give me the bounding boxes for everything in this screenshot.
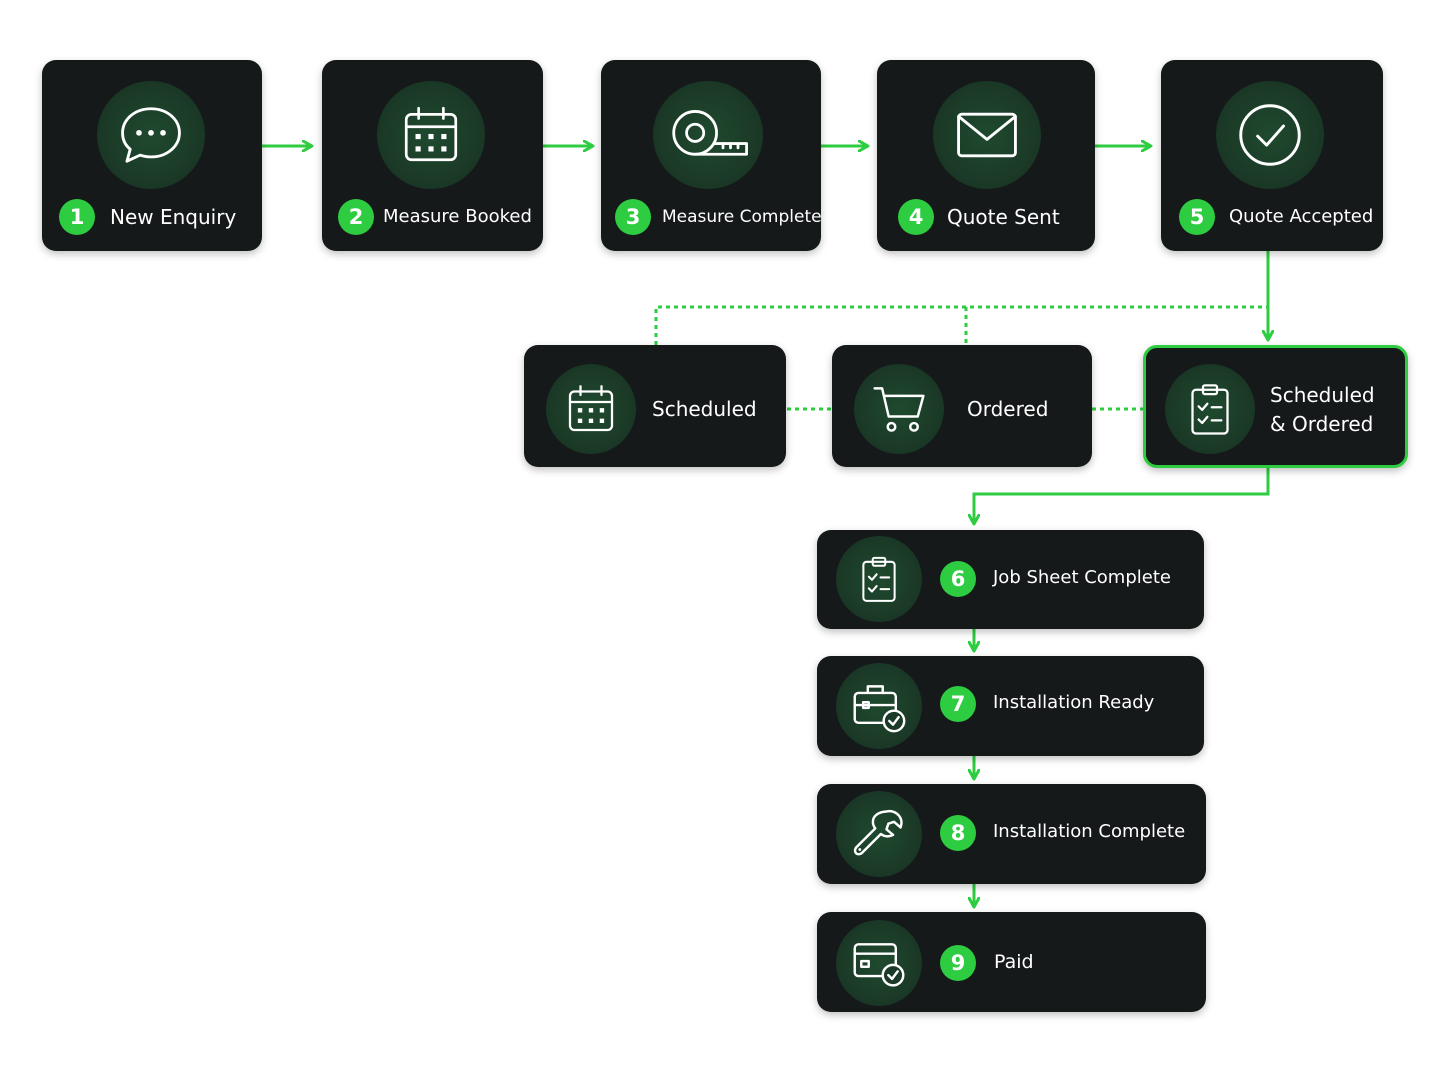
step-card-measure-complete[interactable]: 3 Measure Complete <box>601 60 822 251</box>
calendar-icon <box>546 364 636 454</box>
branch-label: Scheduled <box>652 397 757 421</box>
step-card-job-sheet-complete[interactable]: 6 Job Sheet Complete <box>817 530 1204 629</box>
step-label: Installation Complete <box>993 821 1186 842</box>
step-number-badge: 8 <box>940 815 976 851</box>
shopping-cart-icon <box>854 364 944 454</box>
arrow-branch-6 <box>974 468 1270 524</box>
toolbox-check-icon <box>836 663 922 749</box>
step-number-badge: 9 <box>940 945 976 981</box>
step-label: Measure Booked <box>383 206 532 227</box>
step-number-badge: 2 <box>338 199 374 235</box>
step-label: Quote Sent <box>947 205 1060 229</box>
clipboard-checklist-icon <box>1165 364 1255 454</box>
step-card-installation-complete[interactable]: 8 Installation Complete <box>817 784 1206 884</box>
check-circle-icon <box>1216 81 1324 189</box>
branch-label-line-1: Scheduled <box>1270 383 1375 407</box>
clipboard-checklist-icon <box>836 536 922 622</box>
step-card-quote-accepted[interactable]: 5 Quote Accepted <box>1161 60 1383 251</box>
branch-card-ordered[interactable]: Ordered <box>832 345 1092 467</box>
step-label: Installation Ready <box>993 692 1155 713</box>
step-card-installation-ready[interactable]: 7 Installation Ready <box>817 656 1204 756</box>
step-card-quote-sent[interactable]: 4 Quote Sent <box>877 60 1095 251</box>
step-card-measure-booked[interactable]: 2 Measure Booked <box>322 60 543 251</box>
card-check-icon <box>836 920 922 1006</box>
step-number-badge: 7 <box>940 686 976 722</box>
envelope-icon <box>933 81 1041 189</box>
step-label: Measure Complete <box>662 207 822 227</box>
step-label: New Enquiry <box>110 205 237 229</box>
tape-measure-icon <box>653 81 763 189</box>
branch-label: Ordered <box>967 397 1049 421</box>
branch-label-line-2: & Ordered <box>1270 412 1374 436</box>
branch-card-scheduled-ordered[interactable]: Scheduled & Ordered <box>1143 345 1408 468</box>
step-number-badge: 1 <box>59 199 95 235</box>
step-card-paid[interactable]: 9 Paid <box>817 912 1206 1012</box>
wrench-icon <box>836 791 922 877</box>
branch-label: Scheduled & Ordered <box>1270 381 1375 439</box>
step-number-badge: 5 <box>1179 199 1215 235</box>
step-card-new-enquiry[interactable]: 1 New Enquiry <box>42 60 262 251</box>
calendar-icon <box>377 81 485 189</box>
branch-card-scheduled[interactable]: Scheduled <box>524 345 786 467</box>
step-label: Job Sheet Complete <box>993 567 1171 588</box>
step-number-badge: 6 <box>940 561 976 597</box>
chat-bubble-icon <box>97 81 205 189</box>
dotted-branch-line <box>654 305 1268 345</box>
step-label: Quote Accepted <box>1229 206 1374 227</box>
step-number-badge: 3 <box>615 199 651 235</box>
step-label: Paid <box>994 951 1034 973</box>
step-number-badge: 4 <box>898 199 934 235</box>
